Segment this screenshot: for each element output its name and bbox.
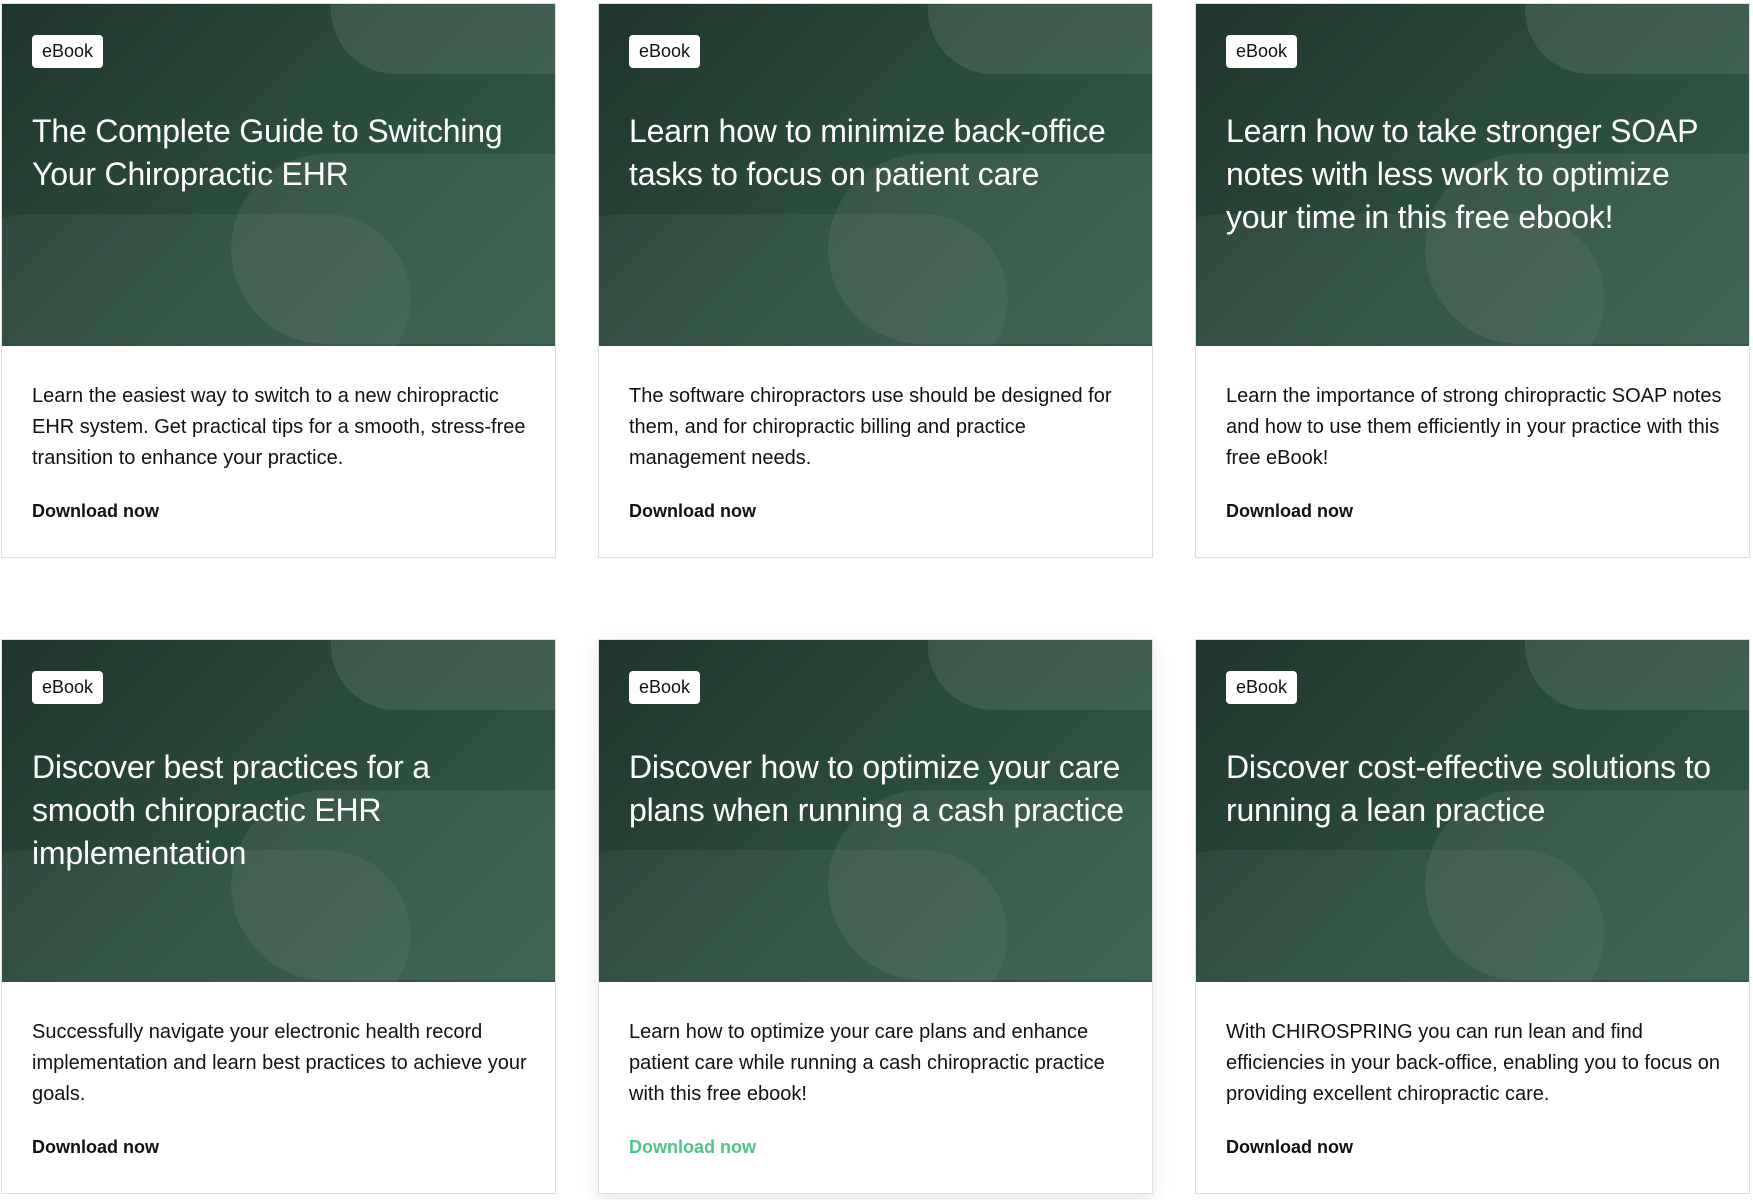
card-title: Discover cost-effective solutions to run… <box>1226 749 1711 828</box>
ebook-card[interactable]: eBook Learn how to take stronger SOAP no… <box>1195 3 1750 558</box>
card-description: Learn the importance of strong chiroprac… <box>1226 385 1722 469</box>
ebook-card[interactable]: eBook Learn how to minimize back-office … <box>598 3 1153 558</box>
card-body: Learn how to optimize your care plans an… <box>629 1017 1129 1110</box>
card-hero-image: eBook Discover how to optimize your care… <box>599 640 1152 982</box>
card-hero-image: eBook Learn how to take stronger SOAP no… <box>1196 4 1749 346</box>
ebook-badge: eBook <box>32 671 104 704</box>
download-now-link[interactable]: Download now <box>629 1137 756 1158</box>
card-title: The Complete Guide to Switching Your Chi… <box>32 113 503 192</box>
card-body: Learn the importance of strong chiroprac… <box>1226 381 1726 474</box>
ebook-card[interactable]: eBook Discover how to optimize your care… <box>598 639 1153 1194</box>
ebook-badge: eBook <box>629 671 701 704</box>
card-description: Learn the easiest way to switch to a new… <box>32 385 526 469</box>
card-hero-image: eBook The Complete Guide to Switching Yo… <box>2 4 555 346</box>
ebook-card[interactable]: eBook Discover cost-effective solutions … <box>1195 639 1750 1194</box>
download-now-link[interactable]: Download now <box>32 501 159 522</box>
card-title: Learn how to take stronger SOAP notes wi… <box>1226 113 1698 235</box>
card-title: Discover how to optimize your care plans… <box>629 749 1124 828</box>
card-title: Discover best practices for a smooth chi… <box>32 749 430 871</box>
card-hero-image: eBook Discover cost-effective solutions … <box>1196 640 1749 982</box>
ebook-badge: eBook <box>32 35 104 68</box>
download-now-link[interactable]: Download now <box>629 501 756 522</box>
card-description: Successfully navigate your electronic he… <box>32 1021 527 1105</box>
card-title: Learn how to minimize back-office tasks … <box>629 113 1106 192</box>
card-body: The software chiropractors use should be… <box>629 381 1129 474</box>
ebook-badge: eBook <box>629 35 701 68</box>
card-body: With CHIROSPRING you can run lean and fi… <box>1226 1017 1726 1110</box>
download-now-link[interactable]: Download now <box>32 1137 159 1158</box>
card-description: The software chiropractors use should be… <box>629 385 1112 469</box>
card-description: With CHIROSPRING you can run lean and fi… <box>1226 1021 1721 1105</box>
card-hero-image: eBook Discover best practices for a smoo… <box>2 640 555 982</box>
ebook-badge: eBook <box>1226 671 1298 704</box>
download-now-link[interactable]: Download now <box>1226 1137 1353 1158</box>
card-body: Learn the easiest way to switch to a new… <box>32 381 532 474</box>
ebook-badge: eBook <box>1226 35 1298 68</box>
download-now-link[interactable]: Download now <box>1226 501 1353 522</box>
ebook-card[interactable]: eBook The Complete Guide to Switching Yo… <box>1 3 556 558</box>
card-body: Successfully navigate your electronic he… <box>32 1017 532 1110</box>
ebook-card[interactable]: eBook Discover best practices for a smoo… <box>1 639 556 1194</box>
card-hero-image: eBook Learn how to minimize back-office … <box>599 4 1152 346</box>
card-description: Learn how to optimize your care plans an… <box>629 1021 1105 1105</box>
